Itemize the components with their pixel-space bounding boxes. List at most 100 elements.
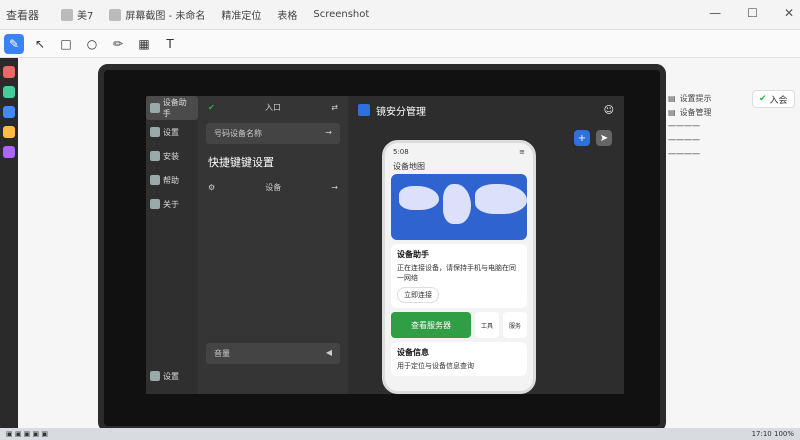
- assistant-card: 设备助手 正在连接设备，请保持手机与电脑在同一网络 立即连接: [391, 244, 527, 308]
- brand-name: 镜安分管理: [376, 106, 426, 118]
- arrow-right-icon: →: [331, 183, 338, 192]
- nav-label: 设备助手: [162, 98, 187, 118]
- right-item: 一一一一: [668, 149, 800, 160]
- pointer-tool-button[interactable]: ✎: [4, 33, 24, 54]
- nav-icon: [150, 151, 160, 161]
- nav-label: 关于: [163, 199, 179, 209]
- blur-tool-button[interactable]: ▦: [134, 34, 154, 54]
- ellipse-tool-button[interactable]: ○: [82, 34, 102, 54]
- toolbar: ✎ ↖ □ ○ ✏ ▦ T: [0, 30, 800, 58]
- check-server-button[interactable]: 查看服务器: [391, 312, 471, 338]
- clock: 17:10: [751, 430, 772, 438]
- right-item[interactable]: ▤ 设备管理: [668, 107, 800, 118]
- left-toolbar: [0, 58, 18, 440]
- nav-icon: [150, 199, 160, 209]
- tab-label: 屏幕截图 - 未命名: [125, 11, 206, 22]
- tab-icon: [109, 8, 122, 21]
- app-icon[interactable]: [3, 106, 15, 118]
- volume-row[interactable]: 音量 ◀: [206, 343, 340, 364]
- title-bar: 查看器 美7 屏幕截图 - 未命名 精准定位 表格 Screenshot — ☐…: [0, 0, 800, 30]
- nav-label: 安装: [163, 151, 179, 161]
- map-region: [443, 184, 471, 224]
- service-button[interactable]: 服务: [503, 312, 527, 338]
- speaker-icon: ◀: [325, 348, 332, 357]
- user-icon[interactable]: ☺: [604, 105, 614, 116]
- nav-icon: [150, 175, 160, 185]
- right-item-label: 一一一一: [668, 136, 700, 145]
- doc-icon: ▤: [668, 108, 676, 117]
- doc-icon: ▤: [668, 94, 676, 103]
- add-button[interactable]: +: [574, 130, 590, 146]
- app-screen: 设备助手 设置 安装 帮助 关于 设置 ✔ 入口 ⇄ 号码设备名称 → 快捷键键设置 …: [146, 96, 624, 394]
- nav-item[interactable]: 设备助手: [146, 96, 198, 120]
- tab-3[interactable]: 精准定位: [213, 4, 269, 26]
- volume-label: 音量: [214, 349, 230, 358]
- app-icon[interactable]: [3, 126, 15, 138]
- phone-buttons: 查看服务器 工具 服务: [391, 312, 527, 338]
- arrow-right-icon: →: [325, 128, 332, 137]
- window-controls: — ☐ ✕: [709, 6, 794, 20]
- map-region: [475, 184, 527, 214]
- right-item-label: 设备管理: [679, 108, 712, 117]
- logo-icon: [358, 104, 370, 116]
- check-icon: ✔: [208, 103, 215, 112]
- panel-row[interactable]: ⚙ 设备 →: [198, 176, 348, 199]
- tab-icon: [61, 8, 73, 21]
- minimize-button[interactable]: —: [709, 6, 721, 20]
- rect-tool-button[interactable]: □: [56, 34, 76, 54]
- search-field[interactable]: 号码设备名称 →: [206, 123, 340, 144]
- arrow-tool-button[interactable]: ↖: [30, 34, 50, 54]
- close-button[interactable]: ✕: [784, 6, 794, 20]
- nav-item[interactable]: 设置: [146, 120, 198, 144]
- taskbar-apps[interactable]: ▣ ▣ ▣ ▣ ▣: [6, 430, 48, 438]
- panel-row[interactable]: ✔ 入口 ⇄: [198, 96, 348, 119]
- phone-app-title: 设备地图: [393, 162, 425, 171]
- tab-5[interactable]: Screenshot: [305, 4, 377, 26]
- pen-tool-button[interactable]: ✏: [108, 34, 128, 54]
- nav-item[interactable]: 安装: [146, 144, 198, 168]
- nav-item[interactable]: 帮助: [146, 168, 198, 192]
- tab-label: 美7: [77, 11, 94, 22]
- settings-panel: ✔ 入口 ⇄ 号码设备名称 → 快捷键键设置 ⚙ 设备 → 音量 ◀: [198, 96, 348, 394]
- tab-4[interactable]: 表格: [269, 4, 305, 26]
- nav-item-bottom[interactable]: 设置: [146, 364, 183, 388]
- taskbar: ▣ ▣ ▣ ▣ ▣ 17:10 100%: [0, 428, 800, 440]
- phone-mockup: 5:08 ≡ 设备地图 设备助手 正在连接设备，请保持手机与电脑在同一网络 立即连…: [382, 140, 536, 394]
- join-button[interactable]: ✔ 入会: [752, 90, 795, 108]
- tab-label: 精准定位: [221, 11, 262, 22]
- connect-chip[interactable]: 立即连接: [397, 287, 439, 303]
- phone-status: 5:08 ≡: [385, 143, 533, 161]
- tab-label: Screenshot: [313, 9, 370, 20]
- main-header: 镜安分管理 ☺: [348, 96, 624, 124]
- right-item: 一一一一: [668, 135, 800, 146]
- brand: 镜安分管理: [358, 103, 426, 118]
- login-label: 入口: [265, 103, 281, 112]
- right-item-label: 设置提示: [679, 94, 712, 103]
- nav-label: 设置: [163, 127, 179, 137]
- tools-button[interactable]: 工具: [475, 312, 499, 338]
- app-icon[interactable]: [3, 66, 15, 78]
- tab-1[interactable]: 美7: [53, 4, 101, 26]
- app-title: 查看器: [6, 8, 39, 22]
- app-icon[interactable]: [3, 86, 15, 98]
- right-item: 一一一一: [668, 121, 800, 132]
- main-area: 镜安分管理 ☺ + ➤ 5:08 ≡ 设备地图 设备助手 正在连接设备，请保持手机…: [348, 96, 624, 394]
- text-tool-label: T: [166, 36, 174, 51]
- gear-icon: ⚙: [208, 183, 216, 192]
- text-tool-button[interactable]: T: [160, 34, 180, 54]
- right-item-label: 一一一一: [668, 122, 700, 131]
- world-map: [391, 174, 527, 240]
- map-region: [399, 186, 439, 210]
- share-icon: ⇄: [331, 103, 338, 112]
- maximize-button[interactable]: ☐: [747, 6, 758, 20]
- nav-icon: [150, 371, 160, 381]
- info-card: 设备信息 用于定位与设备信息查询: [391, 342, 527, 376]
- phone-menu-icon[interactable]: ≡: [519, 148, 525, 156]
- nav-item[interactable]: 关于: [146, 192, 198, 216]
- tab-2[interactable]: 屏幕截图 - 未命名: [101, 4, 213, 26]
- check-icon: ✔: [759, 94, 767, 104]
- app-icon[interactable]: [3, 146, 15, 158]
- taskbar-status: 17:10 100%: [752, 430, 794, 438]
- send-button[interactable]: ➤: [596, 130, 612, 146]
- left-nav: 设备助手 设置 安装 帮助 关于 设置: [146, 96, 198, 394]
